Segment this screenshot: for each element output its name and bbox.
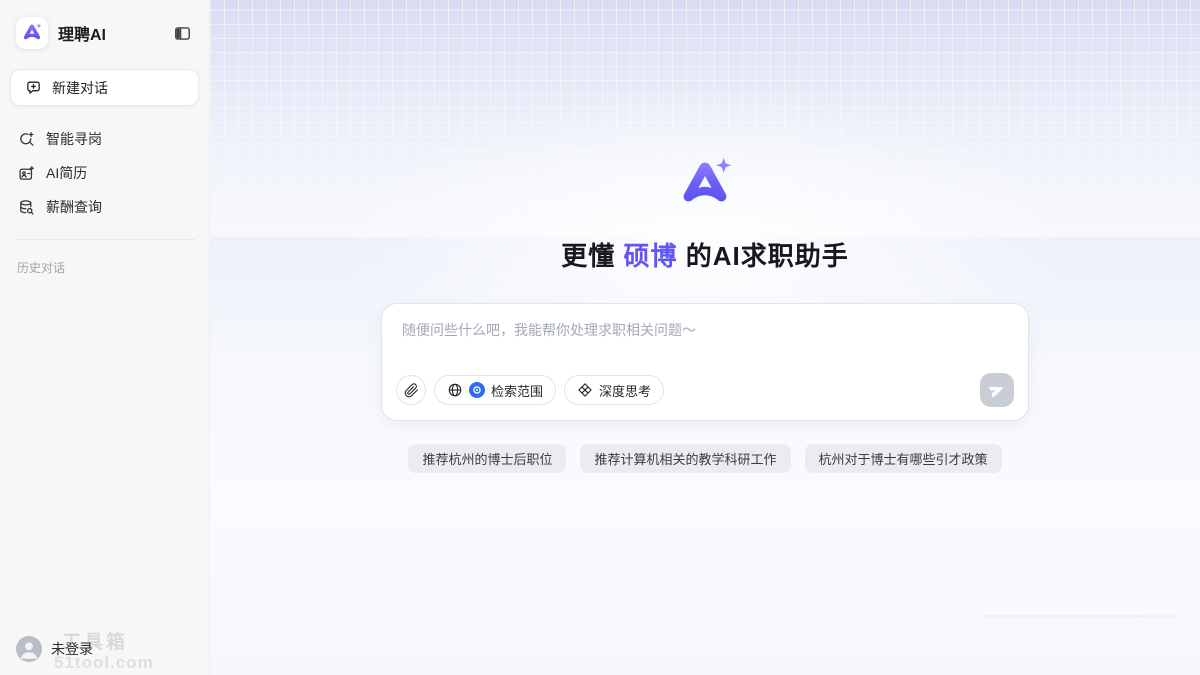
sidebar-item-label: AI简历 [46,163,87,183]
send-button[interactable] [980,373,1014,407]
resume-card-icon [17,164,35,182]
hero-section: 更懂 硕博 的AI求职助手 [210,0,1200,473]
deep-think-label: 深度思考 [599,381,651,400]
app-title: 理聘AI [58,21,161,45]
deep-think-button[interactable]: 深度思考 [564,375,664,405]
smart-search-icon [17,130,35,148]
sidebar-item-label: 薪酬查询 [46,197,102,217]
paperclip-icon [404,383,419,398]
database-search-icon [17,198,35,216]
hero-logo-icon [675,156,735,214]
sidebar-divider [14,239,195,240]
suggestion-chip[interactable]: 杭州对于博士有哪些引才政策 [805,444,1002,473]
message-input[interactable] [382,304,1028,364]
attach-button[interactable] [396,375,426,405]
search-scope-button[interactable]: 检索范围 [434,375,556,405]
login-status: 未登录 [51,639,93,659]
suggestion-chip[interactable]: 推荐杭州的博士后职位 [408,444,566,473]
search-scope-label: 检索范围 [491,381,543,400]
suggestion-chips: 推荐杭州的博士后职位 推荐计算机相关的教学科研工作 杭州对于博士有哪些引才政策 [408,444,1001,473]
page-title: 更懂 硕博 的AI求职助手 [561,236,848,273]
title-prefix: 更懂 [561,241,623,271]
app-logo-icon [21,22,43,44]
main-area: 更懂 硕博 的AI求职助手 [210,0,1200,675]
new-chat-button[interactable]: 新建对话 [10,69,199,106]
avatar [16,636,42,662]
globe-icon [447,382,463,398]
sidebar-item-job-search[interactable]: 智能寻岗 [0,122,209,156]
composer-toolbar: 检索范围 深度思考 [382,364,1028,420]
user-footer[interactable]: 未登录 [16,636,93,662]
sidebar-menu: 智能寻岗 AI简历 [0,122,209,224]
decorative-dotted-line [985,615,1175,617]
send-plane-icon [987,380,1008,401]
title-highlight: 硕博 [623,241,677,271]
suggestion-chip[interactable]: 推荐计算机相关的教学科研工作 [580,444,790,473]
sidebar-item-label: 智能寻岗 [46,129,102,149]
chat-plus-icon [24,79,42,97]
composer-card: 检索范围 深度思考 [381,303,1029,421]
sidebar-collapse-icon[interactable] [171,22,193,44]
title-suffix: 的AI求职助手 [678,241,849,271]
app-logo [16,17,48,49]
deep-think-icon [577,382,593,398]
sidebar-item-ai-resume[interactable]: AI简历 [0,156,209,190]
person-icon [16,636,42,662]
history-section-label: 历史对话 [17,259,192,276]
new-chat-label: 新建对话 [52,78,108,98]
sidebar-header: 理聘AI [0,0,209,49]
sidebar-item-salary-query[interactable]: 薪酬查询 [0,190,209,224]
sidebar: 理聘AI 新建对话 [0,0,210,675]
scope-source-badge-icon [469,382,485,398]
